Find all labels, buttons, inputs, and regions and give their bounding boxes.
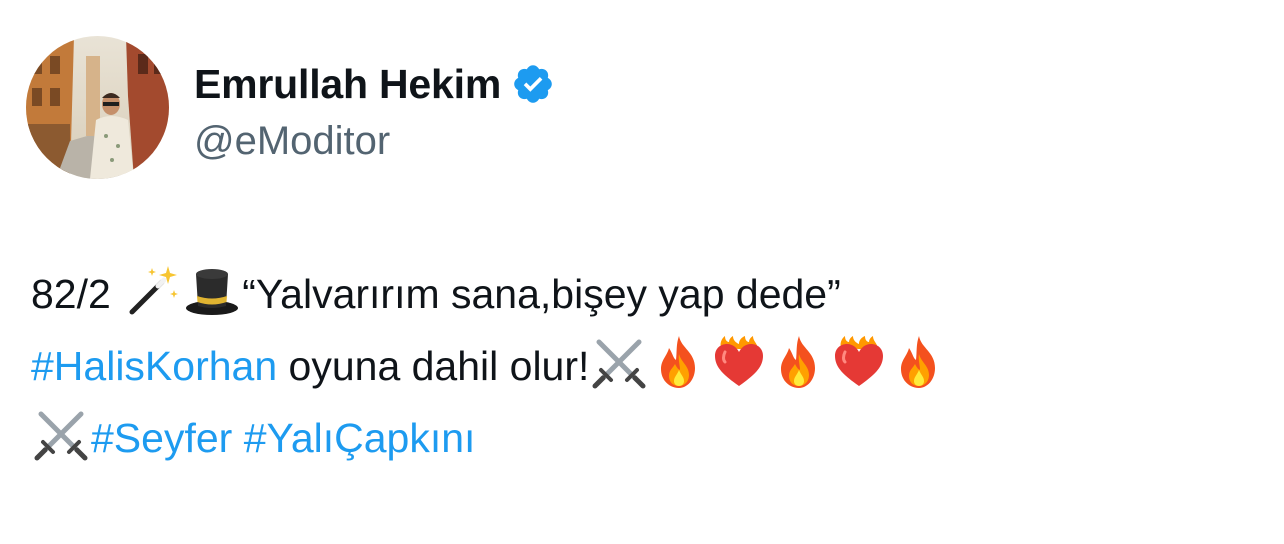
crossed-swords-icon (591, 334, 647, 390)
tweet-line-1: 82/2 “Yalvarırım sana,bişey yap dede” (31, 258, 1261, 330)
display-name[interactable]: Emrullah Hekim (194, 61, 501, 108)
crossed-swords-icon (33, 406, 89, 462)
display-name-row: Emrullah Hekim (194, 51, 555, 117)
tweet-line-2: #HalisKorhan oyuna dahil olur! (31, 330, 1261, 402)
tweet-quote-text: “Yalvarırım sana,bişey yap dede” (242, 271, 841, 317)
verified-badge-icon[interactable] (511, 62, 555, 106)
author-names: Emrullah Hekim @eModitor (194, 51, 555, 164)
profile-photo-icon (26, 36, 169, 179)
hashtag-yalicapkini-link[interactable]: #YalıÇapkını (244, 415, 476, 461)
avatar[interactable] (26, 36, 169, 179)
tweet-header: Emrullah Hekim @eModitor (26, 36, 555, 179)
heart-on-fire-icon (831, 334, 887, 390)
fire-icon (891, 334, 947, 390)
fire-icon (771, 334, 827, 390)
fire-icon (651, 334, 707, 390)
tweet-score-text: 82/2 (31, 271, 123, 317)
hashtag-seyfer-link[interactable]: #Seyfer (91, 415, 232, 461)
top-hat-icon (184, 262, 240, 318)
tweet-text: 82/2 “Yalvarırım sana,bişey yap dede” #H… (31, 258, 1261, 474)
handle[interactable]: @eModitor (194, 119, 555, 164)
tweet-line-3: #Seyfer #YalıÇapkını (31, 402, 1261, 474)
hashtag-haliskorhan-link[interactable]: #HalisKorhan (31, 343, 277, 389)
tweet-sentence-text: oyuna dahil olur! (277, 343, 590, 389)
magic-wand-icon (124, 262, 180, 318)
heart-on-fire-icon (711, 334, 767, 390)
